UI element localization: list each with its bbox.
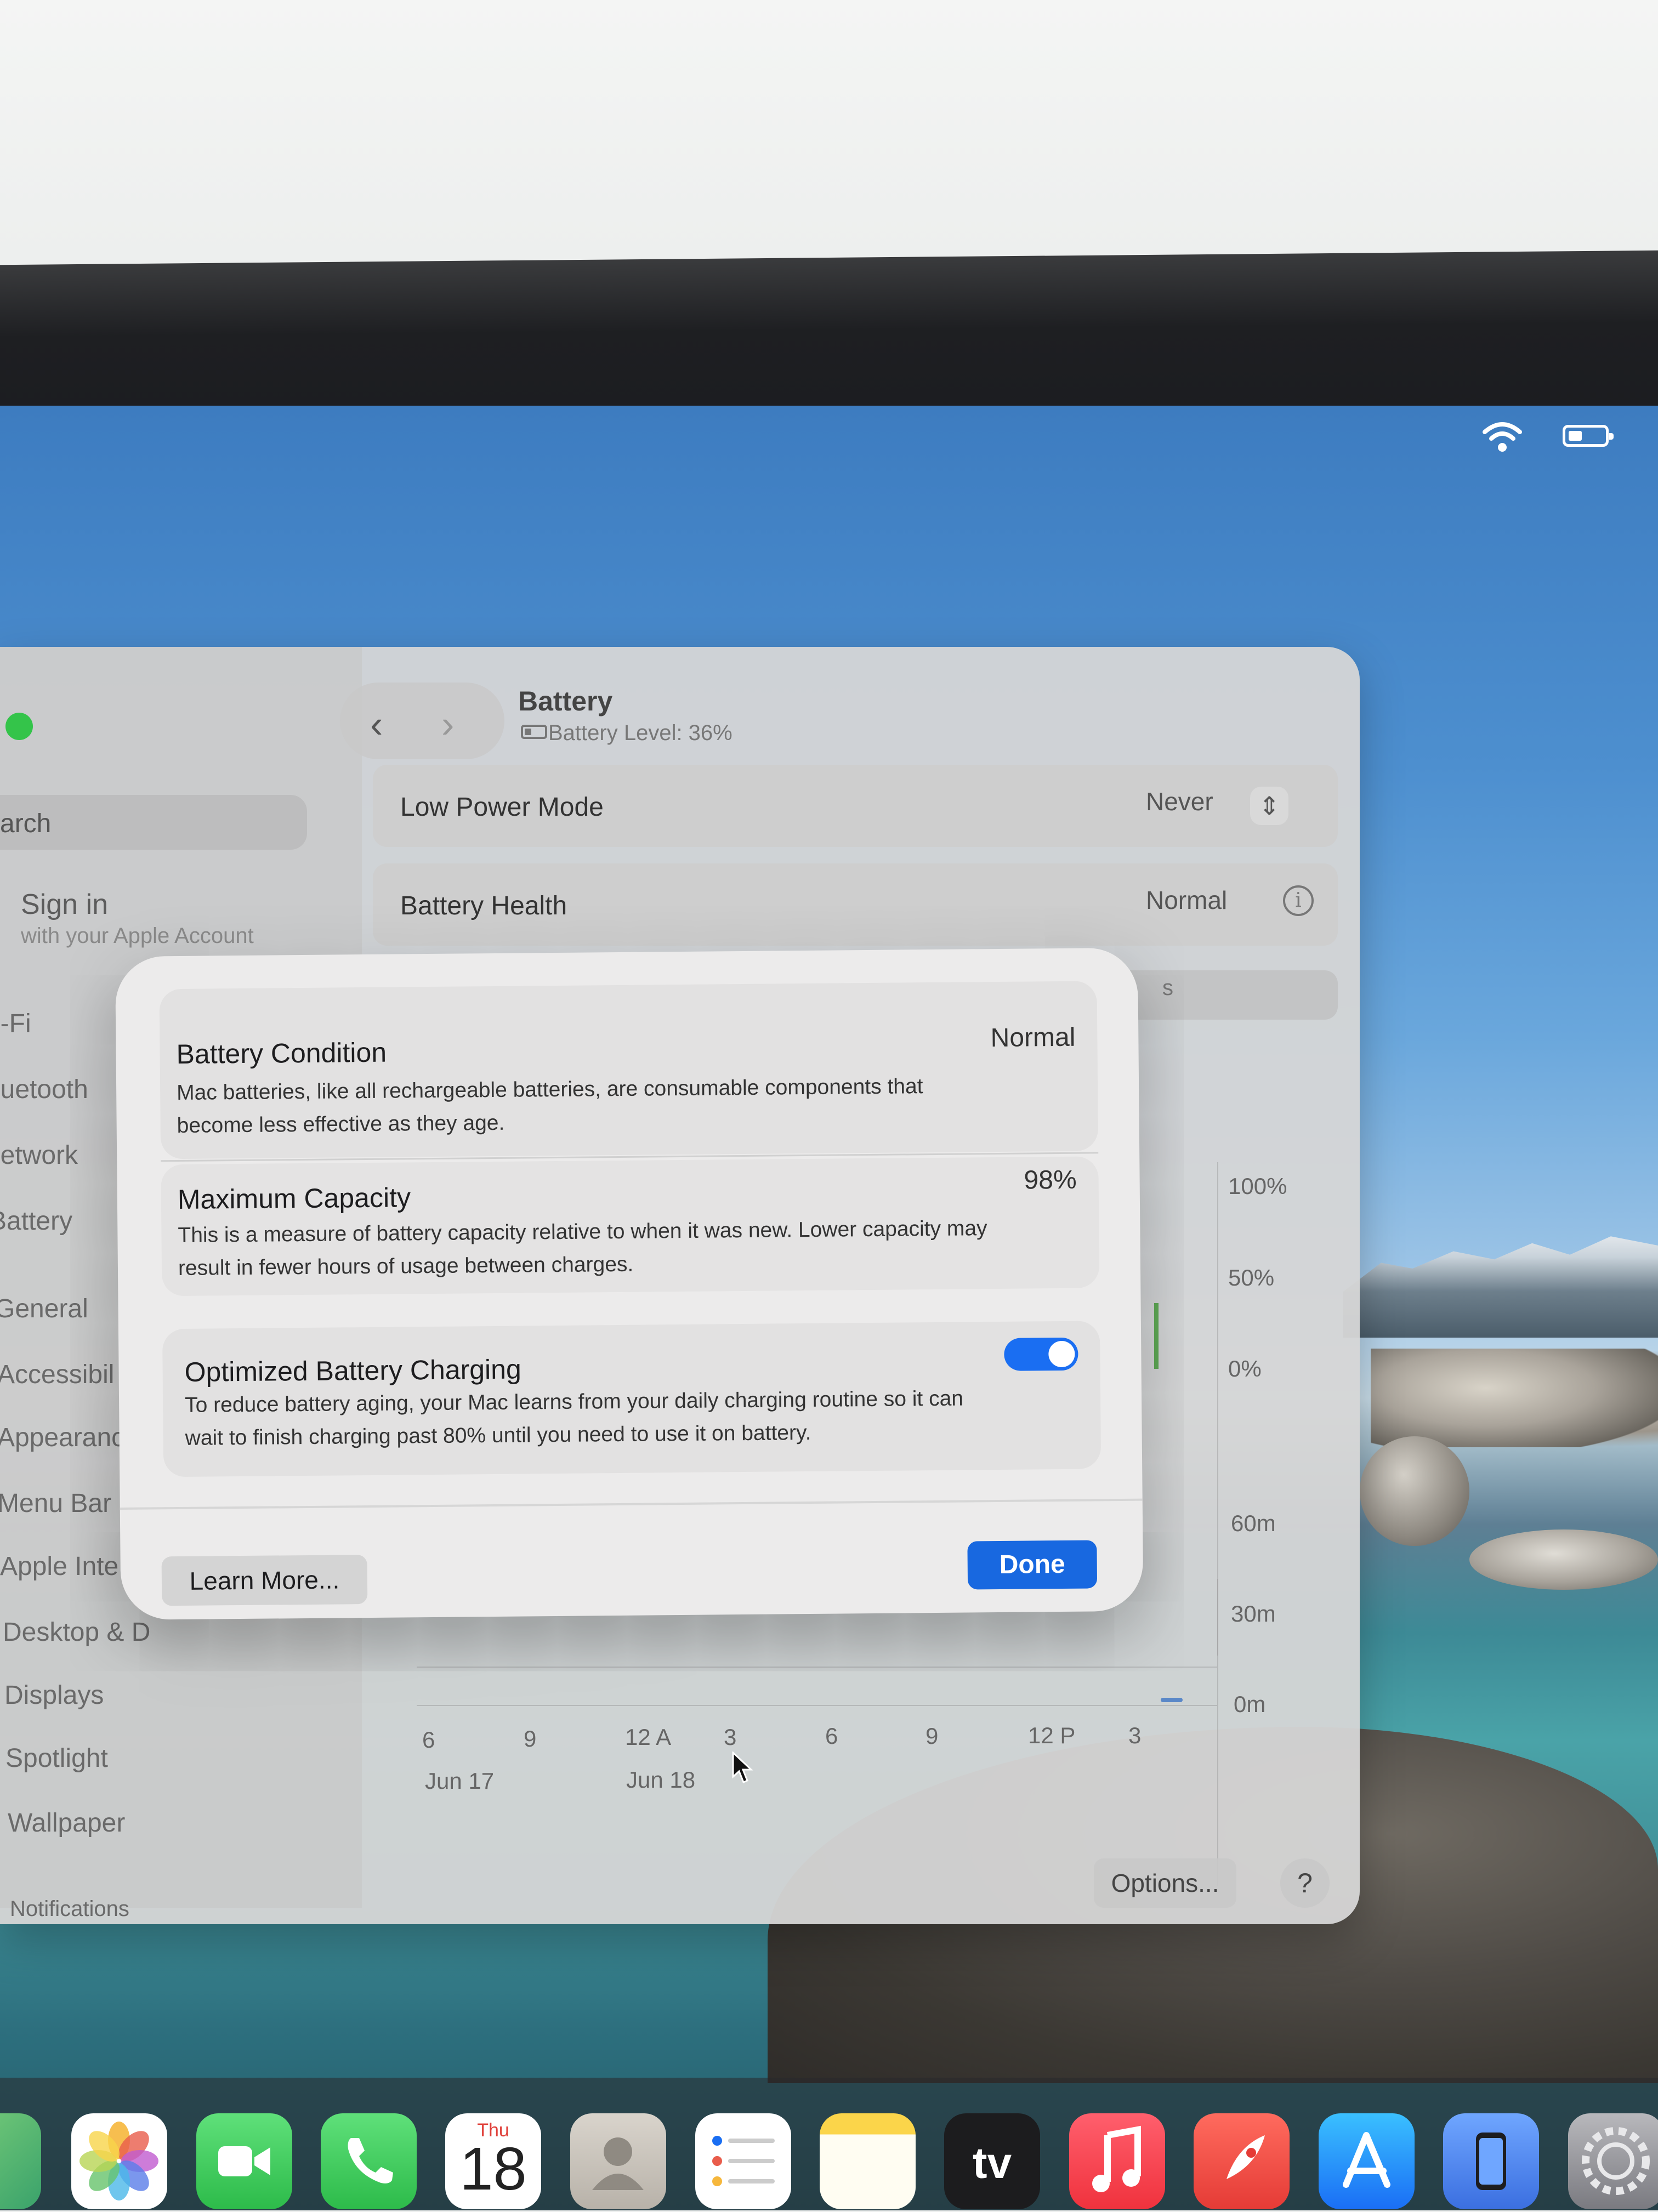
app-store-icon[interactable] bbox=[1319, 2113, 1415, 2209]
sign-in-subtitle: with your Apple Account bbox=[21, 924, 254, 948]
chart-baseline bbox=[417, 1705, 1217, 1706]
back-chevron-icon[interactable]: ‹ bbox=[370, 702, 383, 746]
background-wall bbox=[0, 0, 1658, 291]
optimized-charging-description: To reduce battery aging, your Mac learns… bbox=[184, 1386, 964, 1450]
wallpaper-rock bbox=[1469, 1529, 1658, 1590]
zoom-window-button[interactable] bbox=[5, 713, 33, 740]
date-label: Jun 18 bbox=[626, 1767, 696, 1793]
maps-icon[interactable] bbox=[0, 2113, 41, 2209]
chart-gridline bbox=[1217, 1579, 1218, 1886]
battery-condition-card: Battery Condition Normal Mac batteries, … bbox=[159, 981, 1099, 1159]
time-tick-label: 9 bbox=[524, 1726, 537, 1752]
launchpad-icon[interactable] bbox=[1194, 2113, 1290, 2209]
battery-health-row: Battery Health Normal i bbox=[373, 863, 1338, 946]
battery-condition-description: Mac batteries, like all rechargeable bat… bbox=[176, 1074, 923, 1138]
sidebar-item-network[interactable]: letwork bbox=[0, 1140, 78, 1170]
page-title: Battery bbox=[518, 686, 613, 717]
sidebar-item-battery[interactable]: Battery bbox=[0, 1206, 72, 1236]
optimized-charging-title: Optimized Battery Charging bbox=[184, 1354, 522, 1388]
music-icon[interactable] bbox=[1069, 2113, 1165, 2209]
calendar-date-label: 18 bbox=[459, 2135, 527, 2203]
sidebar-item-bluetooth[interactable]: luetooth bbox=[0, 1074, 88, 1105]
wifi-icon[interactable] bbox=[1480, 417, 1524, 455]
low-power-mode-label: Low Power Mode bbox=[400, 793, 604, 822]
wallpaper-rock bbox=[1360, 1436, 1469, 1546]
sidebar-item-displays[interactable]: Displays bbox=[4, 1680, 104, 1710]
options-button[interactable]: Options... bbox=[1094, 1858, 1236, 1908]
sign-in-title[interactable]: Sign in bbox=[21, 888, 108, 921]
battery-level-icon bbox=[521, 725, 547, 739]
sidebar-search-field[interactable]: arch bbox=[0, 795, 307, 850]
low-power-mode-value[interactable]: Never bbox=[1146, 787, 1213, 816]
done-button[interactable]: Done bbox=[967, 1540, 1098, 1590]
time-tick-label: 6 bbox=[422, 1727, 435, 1753]
usage-range-label: s bbox=[1162, 976, 1173, 1000]
time-tick-label: 3 bbox=[1128, 1722, 1142, 1748]
phone-icon[interactable] bbox=[321, 2113, 417, 2209]
optimized-charging-card: Optimized Battery Charging To reduce bat… bbox=[162, 1321, 1101, 1477]
iphone-mirroring-icon[interactable] bbox=[1443, 2113, 1539, 2209]
contacts-icon[interactable] bbox=[570, 2113, 666, 2209]
system-settings-icon[interactable] bbox=[1568, 2113, 1658, 2209]
reminders-icon[interactable] bbox=[695, 2113, 791, 2209]
time-tick-label: 6 bbox=[825, 1723, 838, 1749]
maximum-capacity-card: Maximum Capacity 98% This is a measure o… bbox=[161, 1156, 1100, 1297]
battery-condition-value: Normal bbox=[990, 1022, 1076, 1053]
screen-on-bar bbox=[1161, 1698, 1183, 1702]
tv-label: tv bbox=[972, 2139, 1012, 2187]
mouse-cursor-icon bbox=[732, 1752, 753, 1783]
battery-health-sheet: Battery Condition Normal Mac batteries, … bbox=[115, 947, 1144, 1620]
notes-icon[interactable] bbox=[820, 2113, 916, 2209]
screen-tick-label: 0m bbox=[1234, 1691, 1266, 1717]
maximum-capacity-description: This is a measure of battery capacity re… bbox=[178, 1216, 987, 1281]
battery-level-text: Battery Level: 36% bbox=[548, 721, 733, 745]
time-tick-label: 9 bbox=[925, 1723, 939, 1749]
sidebar-item-appearance[interactable]: Appearanc bbox=[0, 1423, 124, 1453]
wallpaper-rocks bbox=[1371, 1349, 1658, 1447]
battery-level-bar bbox=[1154, 1303, 1159, 1369]
screen-tick-label: 30m bbox=[1231, 1601, 1276, 1627]
info-icon[interactable]: i bbox=[1283, 885, 1314, 916]
toggle-knob bbox=[1048, 1340, 1075, 1368]
date-label: Jun 17 bbox=[425, 1768, 495, 1794]
battery-status-fill bbox=[1569, 431, 1582, 441]
sidebar-item-apple-intelligence[interactable]: Apple Inte bbox=[0, 1551, 118, 1582]
chart-gridline bbox=[417, 1667, 1217, 1668]
low-power-mode-row: Low Power Mode Never ⇕ bbox=[373, 765, 1338, 847]
facetime-icon[interactable] bbox=[196, 2113, 292, 2209]
battery-level-fill bbox=[525, 729, 531, 735]
maximum-capacity-value: 98% bbox=[1024, 1165, 1077, 1195]
sheet-footer-separator bbox=[120, 1498, 1143, 1510]
screen-tick-label: 60m bbox=[1231, 1510, 1276, 1536]
battery-condition-title: Battery Condition bbox=[176, 1037, 387, 1070]
level-tick-label: 0% bbox=[1228, 1356, 1262, 1381]
photos-icon[interactable] bbox=[71, 2113, 167, 2209]
calendar-icon[interactable]: Thu 18 bbox=[445, 2113, 541, 2209]
optimized-charging-toggle[interactable] bbox=[1004, 1337, 1078, 1371]
sidebar-item-spotlight[interactable]: Spotlight bbox=[5, 1743, 108, 1773]
sidebar-item-notifications[interactable]: Notifications bbox=[10, 1897, 129, 1921]
level-tick-label: 50% bbox=[1228, 1265, 1275, 1290]
sidebar-item-menu-bar[interactable]: Menu Bar bbox=[0, 1488, 111, 1519]
time-tick-label: 12 A bbox=[625, 1724, 672, 1750]
maximum-capacity-title: Maximum Capacity bbox=[177, 1182, 411, 1215]
help-button[interactable]: ? bbox=[1280, 1858, 1330, 1908]
forward-chevron-icon[interactable]: › bbox=[441, 702, 454, 746]
navigation-buttons: ‹ › bbox=[340, 683, 504, 759]
battery-status-icon[interactable] bbox=[1563, 425, 1614, 447]
search-input-text: arch bbox=[0, 809, 52, 838]
time-tick-label: 3 bbox=[724, 1724, 737, 1750]
sidebar-item-wifi[interactable]: i-Fi bbox=[0, 1009, 31, 1039]
sidebar-item-general[interactable]: General bbox=[0, 1294, 88, 1324]
sidebar-item-wallpaper[interactable]: Wallpaper bbox=[8, 1808, 125, 1838]
battery-health-value: Normal bbox=[1146, 886, 1228, 914]
chevron-up-down-icon[interactable]: ⇕ bbox=[1250, 787, 1288, 825]
learn-more-button[interactable]: Learn More... bbox=[161, 1555, 368, 1606]
apple-tv-icon[interactable]: tv bbox=[944, 2113, 1040, 2209]
level-tick-label: 100% bbox=[1228, 1173, 1287, 1199]
battery-health-label: Battery Health bbox=[400, 891, 567, 920]
sidebar-item-desktop-dock[interactable]: Desktop & D bbox=[3, 1617, 150, 1647]
time-tick-label: 12 P bbox=[1028, 1722, 1076, 1748]
sidebar-item-accessibility[interactable]: Accessibil bbox=[0, 1360, 114, 1390]
